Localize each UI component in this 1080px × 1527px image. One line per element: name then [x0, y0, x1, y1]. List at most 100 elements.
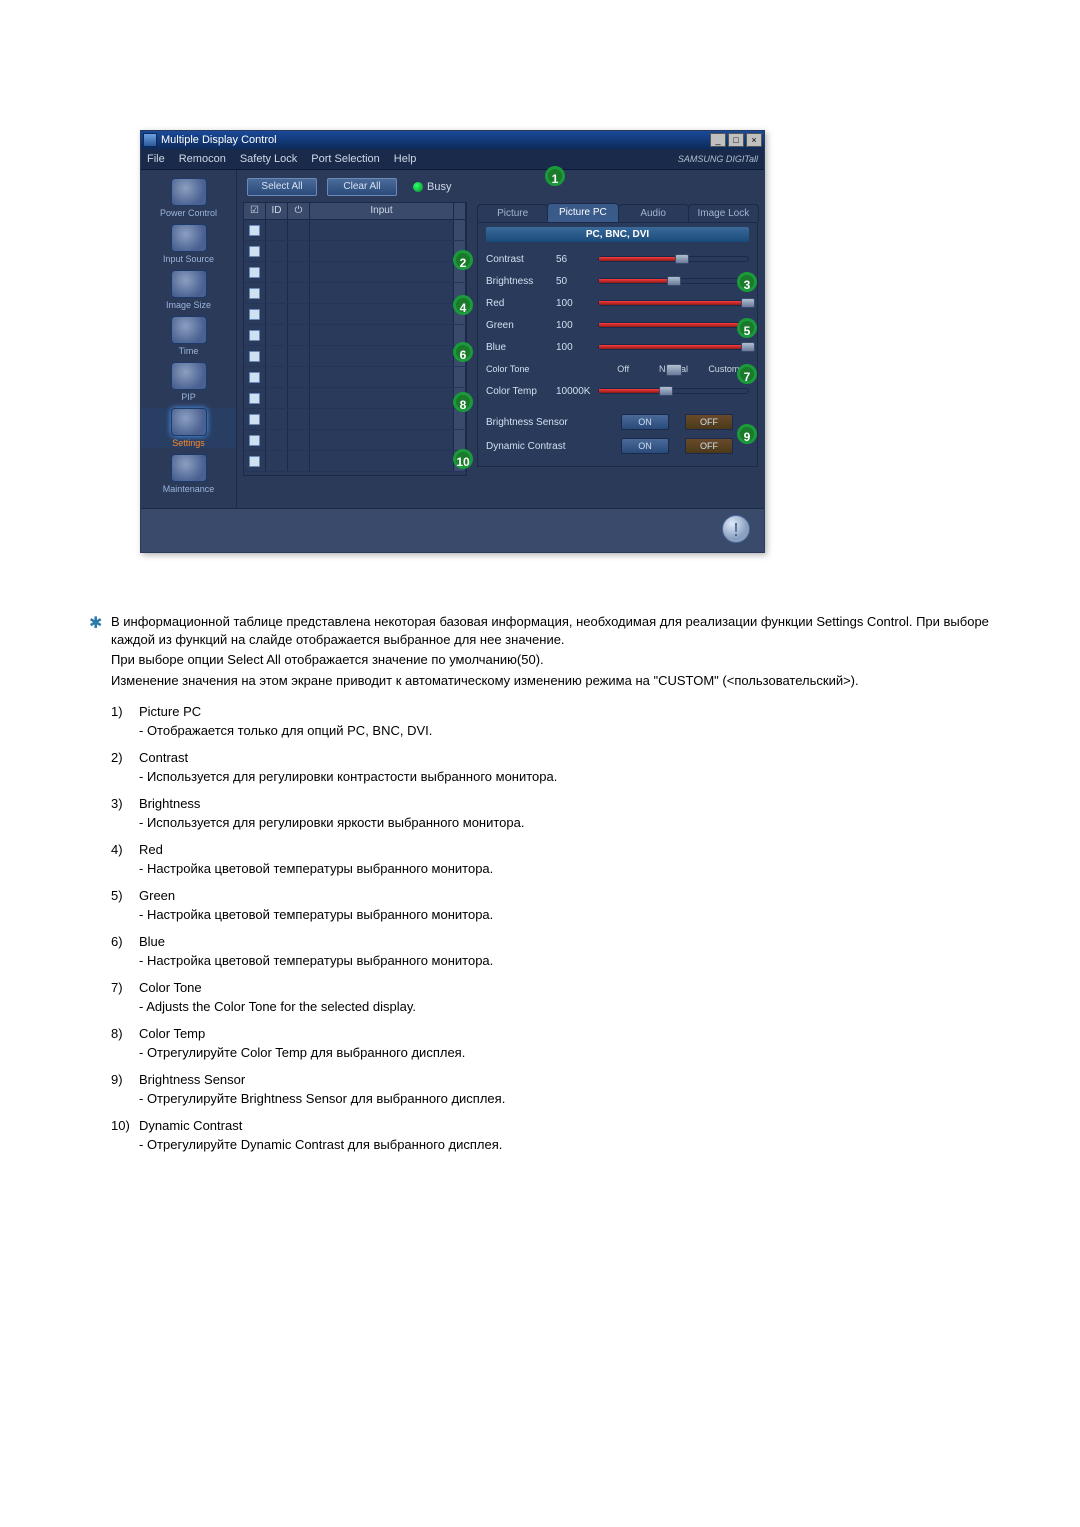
sidebar-item-image-size[interactable]: Image Size — [141, 270, 236, 310]
row-checkbox[interactable] — [249, 351, 260, 362]
row-checkbox[interactable] — [249, 372, 260, 383]
menubar: File Remocon Safety Lock Port Selection … — [141, 149, 764, 170]
table-row[interactable] — [244, 388, 466, 409]
tab-picture-pc[interactable]: Picture PC — [547, 203, 618, 222]
menu-port-selection[interactable]: Port Selection — [311, 153, 379, 165]
tab-image-lock[interactable]: Image Lock — [688, 204, 759, 222]
note-title: Brightness — [139, 796, 995, 811]
menu-file[interactable]: File — [147, 153, 165, 165]
brightness-sensor-off[interactable]: OFF — [685, 414, 733, 430]
select-all-button[interactable]: Select All — [247, 178, 317, 196]
table-row[interactable] — [244, 409, 466, 430]
display-grid: ☑ ID ⏻ Input — [243, 202, 467, 476]
note-number: 6) — [111, 934, 139, 949]
maximize-button[interactable]: □ — [728, 133, 744, 147]
table-row[interactable] — [244, 220, 466, 241]
note-item: 5)Green — [111, 888, 995, 903]
note-item: 7)Color Tone — [111, 980, 995, 995]
note-number: 10) — [111, 1118, 139, 1133]
slider-brightness[interactable]: Brightness 50 — [486, 270, 749, 292]
row-checkbox[interactable] — [249, 267, 260, 278]
sidebar-item-time[interactable]: Time — [141, 316, 236, 356]
table-row[interactable] — [244, 430, 466, 451]
notes-section: ✱ В информационной таблице представлена … — [111, 613, 995, 1152]
busy-indicator: Busy — [413, 181, 451, 193]
note-item: 4)Red — [111, 842, 995, 857]
clear-all-button[interactable]: Clear All — [327, 178, 397, 196]
brightness-sensor-row: Brightness Sensor ON OFF — [486, 410, 749, 434]
callout-10: 10 — [453, 449, 473, 469]
callout-1: 1 — [545, 166, 565, 186]
callout-2: 2 — [453, 250, 473, 270]
table-row[interactable] — [244, 367, 466, 388]
slider-color-temp[interactable]: Color Temp 10000K — [486, 380, 749, 402]
sidebar-item-input-source[interactable]: Input Source — [141, 224, 236, 264]
note-item: 2)Contrast — [111, 750, 995, 765]
note-title: Green — [139, 888, 995, 903]
note-paragraph: В информационной таблице представлена не… — [111, 613, 995, 649]
sidebar-item-settings[interactable]: Settings — [141, 408, 236, 448]
tone-normal[interactable]: Normal — [648, 364, 698, 374]
note-desc: - Отрегулируйте Brightness Sensor для вы… — [111, 1091, 995, 1106]
note-number: 1) — [111, 704, 139, 719]
table-row[interactable] — [244, 304, 466, 325]
menu-help[interactable]: Help — [394, 153, 417, 165]
row-checkbox[interactable] — [249, 393, 260, 404]
callout-4: 4 — [453, 295, 473, 315]
slider-red[interactable]: Red 100 — [486, 292, 749, 314]
note-item: 1)Picture PC — [111, 704, 995, 719]
menu-remocon[interactable]: Remocon — [179, 153, 226, 165]
row-checkbox[interactable] — [249, 288, 260, 299]
table-row[interactable] — [244, 262, 466, 283]
menu-safety-lock[interactable]: Safety Lock — [240, 153, 297, 165]
note-number: 9) — [111, 1072, 139, 1087]
slider-contrast[interactable]: Contrast 56 — [486, 248, 749, 270]
table-row[interactable] — [244, 325, 466, 346]
close-button[interactable]: × — [746, 133, 762, 147]
row-checkbox[interactable] — [249, 330, 260, 341]
note-desc: - Используется для регулировки контрасто… — [111, 769, 995, 784]
busy-led-icon — [413, 182, 423, 192]
note-desc: - Отрегулируйте Dynamic Contrast для выб… — [111, 1137, 995, 1152]
row-checkbox[interactable] — [249, 435, 260, 446]
note-title: Red — [139, 842, 995, 857]
slider-blue[interactable]: Blue 100 — [486, 336, 749, 358]
image-size-icon — [171, 270, 207, 298]
note-title: Color Temp — [139, 1026, 995, 1041]
col-power-icon: ⏻ — [288, 203, 310, 219]
dynamic-contrast-off[interactable]: OFF — [685, 438, 733, 454]
note-title: Blue — [139, 934, 995, 949]
dynamic-contrast-on[interactable]: ON — [621, 438, 669, 454]
row-checkbox[interactable] — [249, 456, 260, 467]
minimize-button[interactable]: _ — [710, 133, 726, 147]
scroll-head — [454, 203, 466, 219]
sidebar: Power Control Input Source Image Size Ti… — [141, 170, 237, 508]
titlebar: Multiple Display Control _ □ × — [141, 131, 764, 149]
row-checkbox[interactable] — [249, 414, 260, 425]
row-checkbox[interactable] — [249, 225, 260, 236]
sidebar-item-pip[interactable]: PIP — [141, 362, 236, 402]
tab-audio[interactable]: Audio — [618, 204, 689, 222]
table-row[interactable] — [244, 451, 466, 472]
note-item: 9)Brightness Sensor — [111, 1072, 995, 1087]
slider-green[interactable]: Green 100 — [486, 314, 749, 336]
row-checkbox[interactable] — [249, 246, 260, 257]
note-title: Brightness Sensor — [139, 1072, 995, 1087]
note-desc: - Adjusts the Color Tone for the selecte… — [111, 999, 995, 1014]
brightness-sensor-on[interactable]: ON — [621, 414, 669, 430]
sidebar-item-maintenance[interactable]: Maintenance — [141, 454, 236, 494]
table-row[interactable] — [244, 346, 466, 367]
row-checkbox[interactable] — [249, 309, 260, 320]
pip-icon — [171, 362, 207, 390]
callout-3: 3 — [737, 272, 757, 292]
brand-label: SAMSUNG DIGITall — [678, 154, 758, 164]
tone-off[interactable]: Off — [598, 364, 648, 374]
table-row[interactable] — [244, 283, 466, 304]
col-id: ID — [266, 203, 288, 219]
busy-label: Busy — [427, 181, 451, 193]
note-item: 10)Dynamic Contrast — [111, 1118, 995, 1133]
color-tone-selector[interactable]: Color Tone Off Normal Custom — [486, 358, 749, 380]
table-row[interactable] — [244, 241, 466, 262]
tab-picture[interactable]: Picture — [477, 204, 548, 222]
sidebar-item-power-control[interactable]: Power Control — [141, 178, 236, 218]
